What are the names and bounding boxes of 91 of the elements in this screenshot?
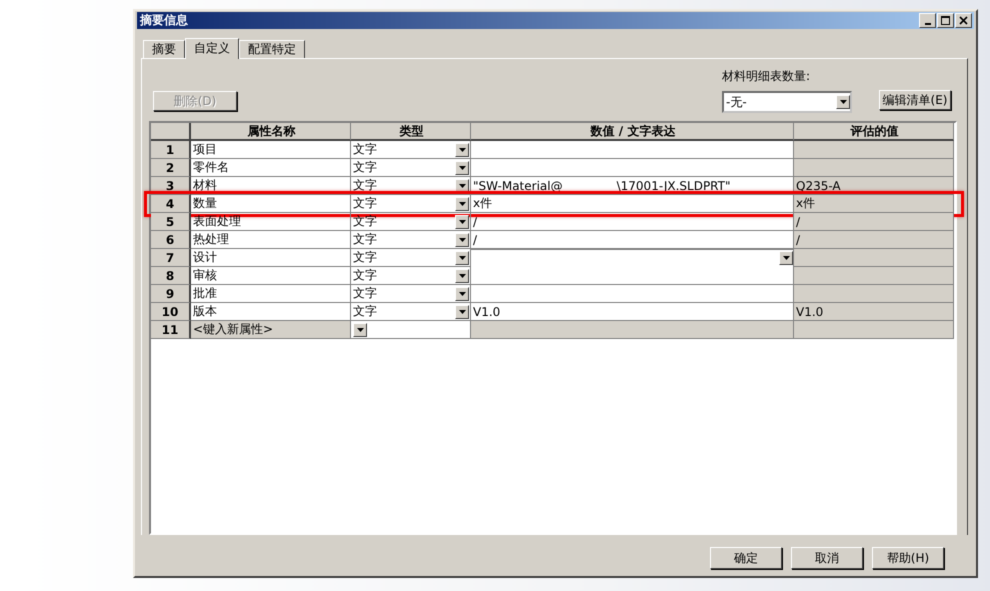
table-cell[interactable]: 表面处理 [191, 213, 351, 231]
row-number: 6 [151, 231, 191, 249]
table-cell[interactable]: 热处理 [191, 231, 351, 249]
table-cell[interactable]: 项目 [191, 141, 351, 159]
maximize-icon [939, 14, 952, 27]
table-cell[interactable] [471, 141, 794, 159]
value-dropdown[interactable] [471, 248, 793, 266]
table-cell[interactable]: / [471, 213, 794, 231]
dropdown-button[interactable] [455, 160, 469, 174]
row-number: 5 [151, 213, 191, 231]
row-number: 2 [151, 159, 191, 177]
quantity-label: 材料明细表数量: [722, 68, 812, 85]
caret-icon [458, 148, 466, 152]
maximize-button[interactable] [937, 13, 954, 28]
column-header: 类型 [351, 123, 471, 141]
dropdown-button[interactable] [455, 268, 469, 282]
table-cell[interactable]: x件 [471, 195, 794, 213]
type-dropdown[interactable]: 文字 [351, 141, 471, 159]
type-dropdown[interactable]: 文字 [351, 267, 471, 285]
table-cell[interactable]: 批准 [191, 285, 351, 303]
type-dropdown[interactable]: 文字 [351, 249, 471, 267]
tab[interactable]: 配置特定 [239, 40, 305, 58]
caret-icon [458, 220, 466, 224]
table-cell: / [794, 231, 954, 249]
header-cell [151, 123, 191, 141]
dropdown-button[interactable] [455, 304, 469, 318]
caret-icon [458, 274, 466, 278]
type-dropdown[interactable]: 文字 [351, 177, 471, 195]
row-number: 8 [151, 267, 191, 285]
column-header: 属性名称 [191, 123, 351, 141]
dropdown-button[interactable] [455, 232, 469, 246]
type-dropdown[interactable]: 文字 [351, 231, 471, 249]
type-dropdown[interactable] [351, 321, 471, 339]
table-cell[interactable] [471, 285, 794, 303]
edit-list-button[interactable]: 编辑清单(E) [879, 90, 951, 110]
caret-icon [458, 256, 466, 260]
row-number: 1 [151, 141, 191, 159]
dropdown-button[interactable] [353, 322, 367, 336]
column-header: 评估的值 [794, 123, 954, 141]
close-icon [957, 14, 970, 27]
table-cell[interactable] [471, 159, 794, 177]
dropdown-button[interactable] [455, 214, 469, 228]
dropdown-button[interactable] [455, 142, 469, 156]
caret-icon [458, 202, 466, 206]
table-cell[interactable]: "SW-Material@ \17001-JX.SLDPRT" [471, 177, 794, 195]
dropdown-button[interactable] [455, 196, 469, 210]
caret-icon [458, 184, 466, 188]
window-title: 摘要信息 [140, 12, 188, 29]
table-cell[interactable]: 零件名 [191, 159, 351, 177]
dropdown-button[interactable] [455, 286, 469, 300]
minimize-icon [924, 23, 930, 25]
table-cell[interactable]: 材料 [191, 177, 351, 195]
caret-icon [458, 292, 466, 296]
table-cell: / [794, 213, 954, 231]
table-cell: V1.0 [794, 303, 954, 321]
dropdown-button[interactable] [779, 251, 793, 265]
caret-icon [458, 310, 466, 314]
row-number: 7 [151, 249, 191, 267]
table-cell[interactable]: 数量 [191, 195, 351, 213]
caret-icon [458, 238, 466, 242]
dropdown-button[interactable] [455, 178, 469, 192]
table-cell[interactable] [471, 321, 794, 339]
tab[interactable]: 摘要 [143, 40, 185, 58]
dropdown-button[interactable] [836, 95, 850, 109]
row-number: 11 [151, 321, 191, 339]
quantity-dropdown[interactable]: -无- [722, 91, 852, 113]
type-dropdown[interactable]: 文字 [351, 195, 471, 213]
caret-icon [356, 328, 364, 332]
row-number: 10 [151, 303, 191, 321]
type-dropdown[interactable]: 文字 [351, 285, 471, 303]
column-header: 数值 / 文字表达 [471, 123, 794, 141]
tab[interactable]: 自定义 [185, 38, 239, 59]
dialog-button[interactable]: 取消 [791, 547, 863, 569]
table-cell[interactable]: 设计 [191, 249, 351, 267]
caret-icon [458, 166, 466, 170]
row-number: 9 [151, 285, 191, 303]
minimize-button[interactable] [919, 13, 936, 28]
type-dropdown[interactable]: 文字 [351, 159, 471, 177]
type-dropdown[interactable]: 文字 [351, 303, 471, 321]
dialog-button[interactable]: 帮助(H) [872, 547, 944, 569]
table-cell: x件 [794, 195, 954, 213]
close-button[interactable] [955, 13, 972, 28]
table-cell[interactable]: <键入新属性> [191, 321, 351, 339]
row-number: 4 [151, 195, 191, 213]
dropdown-button[interactable] [455, 250, 469, 264]
caret-icon [782, 256, 790, 260]
type-dropdown[interactable]: 文字 [351, 213, 471, 231]
dialog-button[interactable]: 确定 [710, 547, 782, 569]
table-cell[interactable] [471, 267, 794, 285]
table-cell[interactable]: 审核 [191, 267, 351, 285]
caret-icon [840, 100, 846, 104]
